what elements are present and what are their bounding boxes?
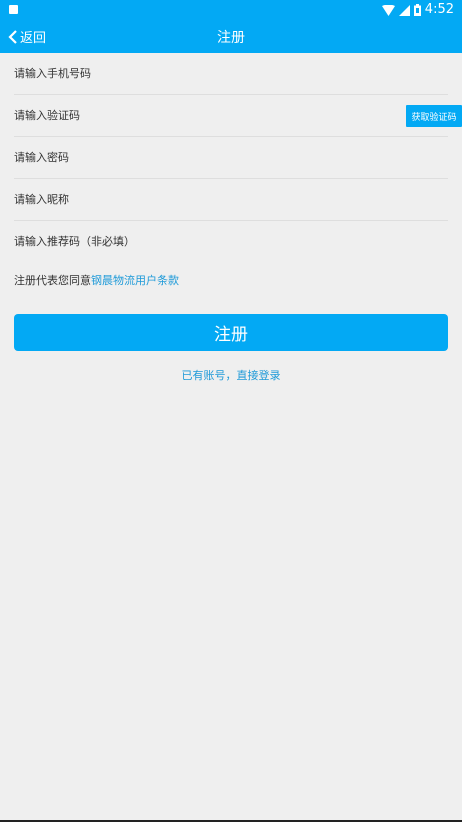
phone-row bbox=[14, 53, 448, 95]
chevron-left-icon bbox=[8, 29, 17, 44]
terms-link[interactable]: 钢晨物流用户条款 bbox=[91, 274, 179, 287]
nickname-row bbox=[14, 179, 448, 221]
code-input[interactable] bbox=[14, 109, 314, 122]
status-icons: 4:52 bbox=[381, 2, 454, 18]
get-code-button[interactable]: 获取验证码 bbox=[406, 105, 462, 127]
back-label: 返回 bbox=[20, 31, 47, 46]
login-link[interactable]: 已有账号，直接登录 bbox=[0, 367, 462, 383]
referral-row bbox=[14, 221, 448, 262]
register-button[interactable]: 注册 bbox=[14, 314, 448, 351]
page-title: 注册 bbox=[217, 29, 245, 46]
code-row: 获取验证码 bbox=[14, 95, 462, 137]
signal-icon bbox=[398, 4, 410, 16]
wifi-icon bbox=[381, 4, 395, 16]
register-form: 获取验证码 bbox=[0, 53, 462, 262]
back-button[interactable]: 返回 bbox=[8, 20, 46, 53]
battery-icon bbox=[413, 4, 421, 16]
notification-icon bbox=[9, 5, 18, 14]
phone-input[interactable] bbox=[14, 67, 314, 80]
app-bar: 注册 返回 bbox=[0, 20, 462, 53]
referral-input[interactable] bbox=[14, 235, 314, 248]
agreement-text: 注册代表您同意钢晨物流用户条款 bbox=[14, 272, 179, 288]
password-input[interactable] bbox=[14, 151, 314, 164]
status-bar: 4:52 bbox=[0, 0, 462, 20]
password-row bbox=[14, 137, 448, 179]
status-time: 4:52 bbox=[424, 2, 454, 17]
agreement-prefix: 注册代表您同意 bbox=[14, 274, 91, 287]
nickname-input[interactable] bbox=[14, 193, 314, 206]
